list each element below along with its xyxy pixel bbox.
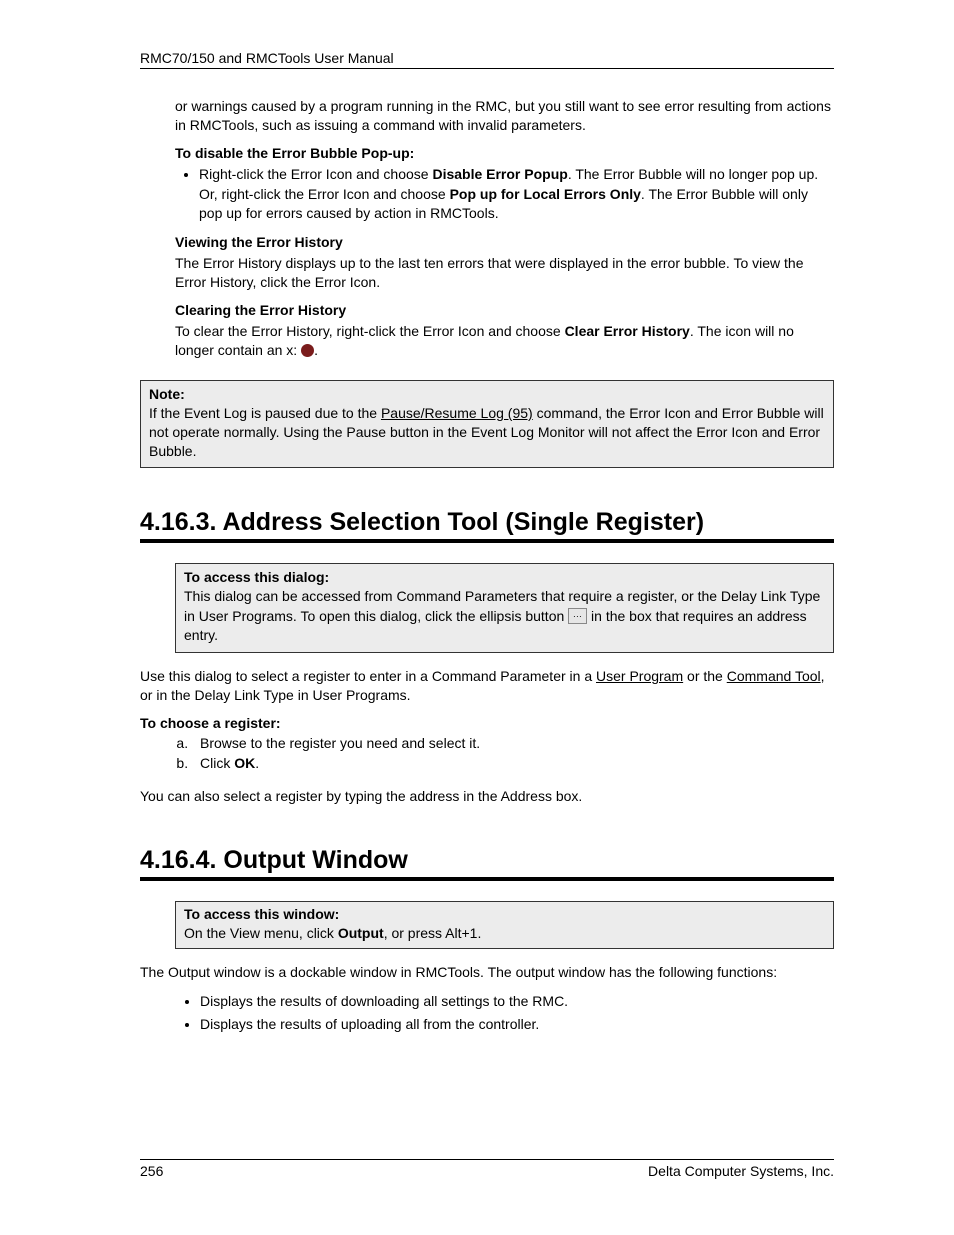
continuation-text: or warnings caused by a program running … <box>175 97 834 135</box>
note-label: Note: <box>149 386 185 402</box>
note-box: Note: If the Event Log is paused due to … <box>140 380 834 468</box>
company-name: Delta Computer Systems, Inc. <box>648 1163 834 1179</box>
page-footer: 256 Delta Computer Systems, Inc. <box>140 1159 834 1179</box>
access-window-suffix: , or press Alt+1. <box>384 925 482 941</box>
text: Right-click the Error Icon and choose <box>199 166 432 182</box>
text: or the <box>683 668 727 684</box>
error-icon <box>301 344 314 357</box>
viewing-error-history-text: The Error History displays up to the las… <box>175 254 834 292</box>
output-bullet-1: Displays the results of downloading all … <box>200 992 834 1011</box>
step-a: Browse to the register you need and sele… <box>192 735 834 751</box>
text: . The Error Bubble will no longer pop up… <box>568 166 818 182</box>
pause-resume-log-link[interactable]: Pause/Resume Log (95) <box>381 405 533 421</box>
clearing-error-history-heading: Clearing the Error History <box>175 302 834 318</box>
note-text-prefix: If the Event Log is paused due to the <box>149 405 381 421</box>
output-label: Output <box>338 925 384 941</box>
page-header: RMC70/150 and RMCTools User Manual <box>140 50 834 69</box>
text: Use this dialog to select a register to … <box>140 668 596 684</box>
command-tool-link[interactable]: Command Tool <box>727 668 821 684</box>
clearing-error-history-text: To clear the Error History, right-click … <box>175 322 834 360</box>
section-heading-4-16-4: 4.16.4. Output Window <box>140 846 834 881</box>
access-dialog-box: To access this dialog: This dialog can b… <box>175 563 834 653</box>
disable-bubble-bullet: Right-click the Error Icon and choose Di… <box>199 165 834 223</box>
choose-register-heading: To choose a register: <box>140 715 834 731</box>
access-window-box: To access this window: On the View menu,… <box>175 901 834 949</box>
text: Click <box>200 755 234 771</box>
section-heading-4-16-3: 4.16.3. Address Selection Tool (Single R… <box>140 508 834 543</box>
text: To clear the Error History, right-click … <box>175 323 565 339</box>
viewing-error-history-heading: Viewing the Error History <box>175 234 834 250</box>
access-dialog-label: To access this dialog: <box>184 569 329 585</box>
use-dialog-text: Use this dialog to select a register to … <box>140 667 834 705</box>
text: . <box>314 342 318 358</box>
output-window-text: The Output window is a dockable window i… <box>140 963 834 982</box>
access-window-prefix: On the View menu, click <box>184 925 338 941</box>
page-number: 256 <box>140 1163 163 1179</box>
access-window-label: To access this window: <box>184 906 339 922</box>
output-bullet-2: Displays the results of uploading all fr… <box>200 1015 834 1034</box>
disable-error-popup-label: Disable Error Popup <box>432 166 567 182</box>
ellipsis-icon: ... <box>568 608 587 624</box>
step-b: Click OK. <box>192 755 834 771</box>
text: . <box>255 755 259 771</box>
text: Or, right-click the Error Icon and choos… <box>199 186 450 202</box>
disable-bubble-heading: To disable the Error Bubble Pop-up: <box>175 145 834 161</box>
popup-local-errors-label: Pop up for Local Errors Only <box>450 186 641 202</box>
ok-label: OK <box>234 755 255 771</box>
clear-error-history-label: Clear Error History <box>565 323 690 339</box>
also-select-text: You can also select a register by typing… <box>140 787 834 806</box>
user-program-link[interactable]: User Program <box>596 668 683 684</box>
